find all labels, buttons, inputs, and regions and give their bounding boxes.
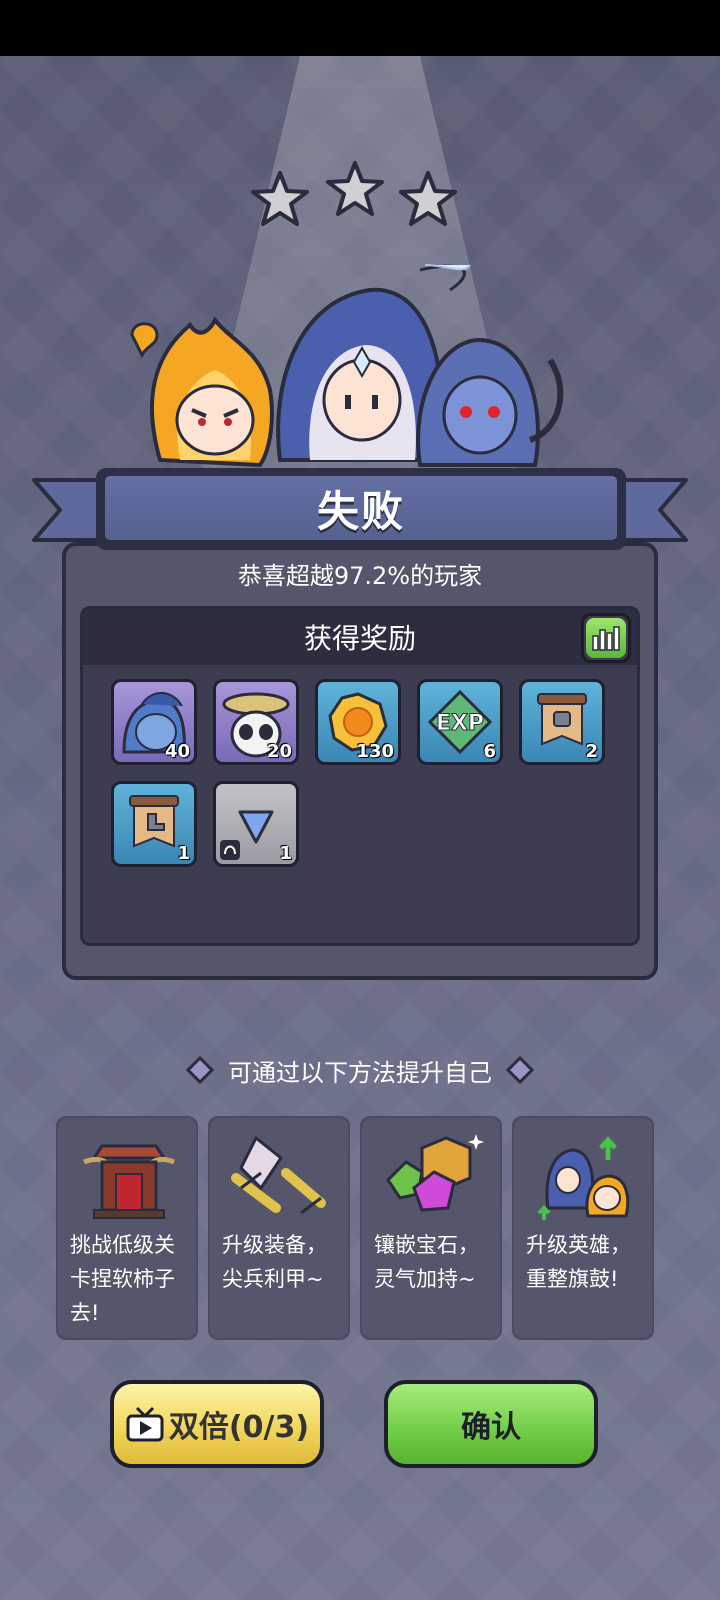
- reward-header: 获得奖励: [83, 609, 637, 665]
- svg-text:EXP: EXP: [436, 711, 484, 736]
- tip-text: 镶嵌宝石，灵气加持~: [374, 1233, 479, 1291]
- tv-ad-icon: [126, 1406, 164, 1442]
- reward-item[interactable]: 20: [213, 679, 299, 765]
- title-ribbon: 失败: [102, 473, 620, 543]
- reward-item[interactable]: EXP 6: [417, 679, 503, 765]
- reward-item[interactable]: 1: [213, 781, 299, 867]
- improve-title: 可通过以下方法提升自己: [228, 1058, 492, 1087]
- reward-item[interactable]: 1: [111, 781, 197, 867]
- result-title: 失败: [316, 486, 405, 536]
- surpass-text: 恭喜超越97.2%的玩家: [237, 562, 483, 590]
- heroes-upgrade-icon: [537, 1136, 630, 1220]
- star-empty-icon: [326, 161, 384, 216]
- diamond-icon: [506, 1056, 534, 1084]
- tip-challenge-lower-stage[interactable]: 挑战低级关卡捏软柿子去!: [56, 1116, 198, 1340]
- tip-text: 升级装备，尖兵利甲~: [222, 1233, 327, 1291]
- star-empty-icon: [251, 171, 309, 226]
- pagoda-icon: [83, 1144, 175, 1219]
- gems-icon: [386, 1134, 484, 1212]
- star-empty-icon: [399, 171, 457, 226]
- tip-inlay-gems[interactable]: 镶嵌宝石，灵气加持~: [360, 1116, 502, 1340]
- diamond-icon: [186, 1056, 214, 1084]
- tip-text: 挑战低级关卡捏软柿子去!: [70, 1233, 175, 1325]
- tip-text: 升级英雄，重整旗鼓!: [526, 1233, 631, 1291]
- double-label: 双倍(0/3): [168, 1410, 310, 1445]
- star-rating: [250, 160, 460, 240]
- defeated-heroes-illustration: [130, 264, 564, 468]
- reward-item[interactable]: 40: [111, 679, 197, 765]
- double-reward-button[interactable]: 双倍(0/3): [110, 1380, 324, 1468]
- reward-item[interactable]: 130: [315, 679, 401, 765]
- confirm-button[interactable]: 确认: [384, 1380, 598, 1468]
- stats-button[interactable]: [581, 613, 631, 663]
- equipment-icon: [231, 1135, 326, 1215]
- reward-box: 获得奖励 40 20 130 EXP 6 2 1 1: [80, 606, 640, 946]
- result-panel: 恭喜超越97.2%的玩家 获得奖励 40 20 130 EXP 6 2 1 1: [62, 542, 658, 980]
- bar-chart-icon: [592, 626, 620, 651]
- tip-upgrade-equipment[interactable]: 升级装备，尖兵利甲~: [208, 1116, 350, 1340]
- improve-header: 可通过以下方法提升自己: [0, 1050, 720, 1090]
- status-bar: [0, 0, 720, 56]
- tip-upgrade-heroes[interactable]: 升级英雄，重整旗鼓!: [512, 1116, 654, 1340]
- confirm-label: 确认: [461, 1410, 521, 1445]
- reward-item[interactable]: 2: [519, 679, 605, 765]
